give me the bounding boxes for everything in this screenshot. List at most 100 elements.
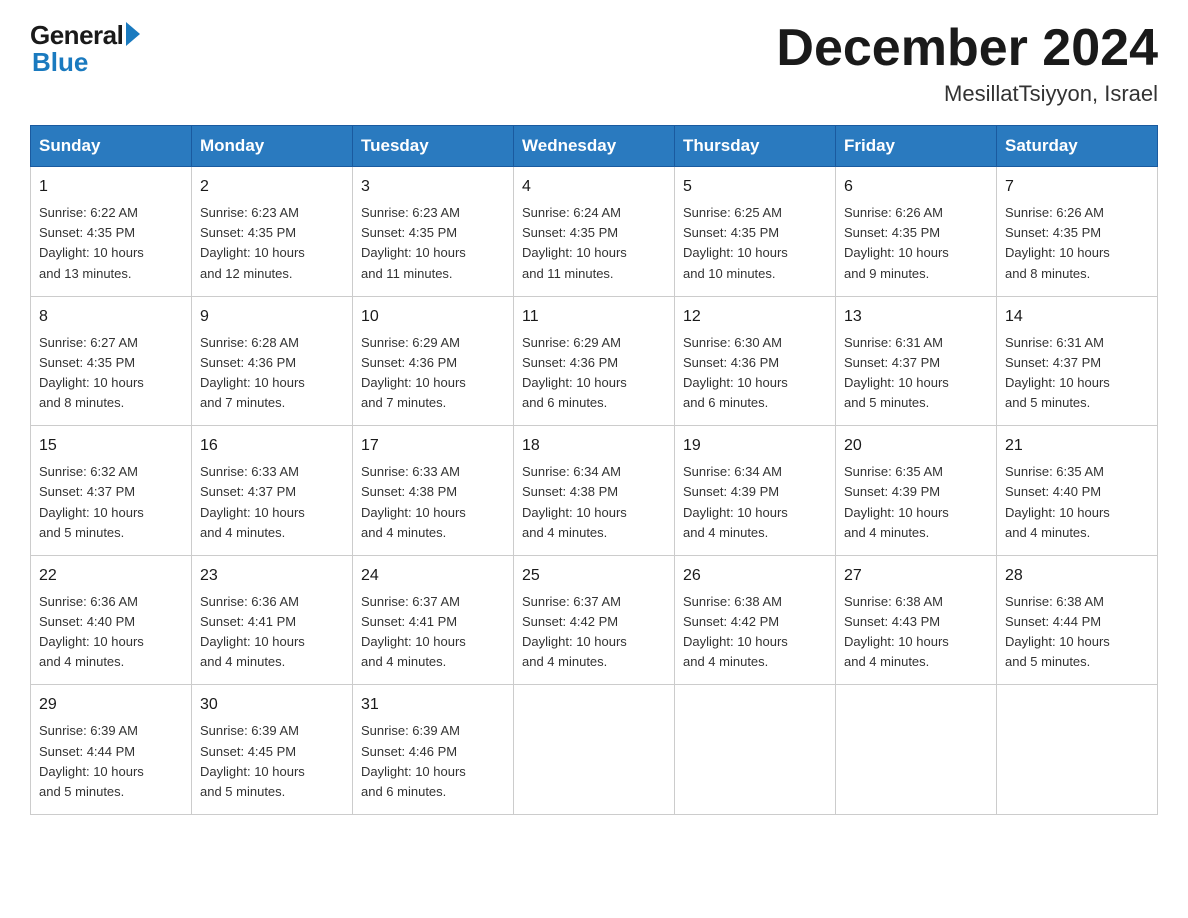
- logo: General Blue: [30, 20, 140, 78]
- week-row-4: 22Sunrise: 6:36 AMSunset: 4:40 PMDayligh…: [31, 555, 1158, 685]
- week-row-1: 1 Sunrise: 6:22 AMSunset: 4:35 PMDaylight…: [31, 167, 1158, 297]
- day-info: Sunrise: 6:38 AMSunset: 4:44 PMDaylight:…: [1005, 592, 1149, 673]
- day-info: Sunrise: 6:32 AMSunset: 4:37 PMDaylight:…: [39, 462, 183, 543]
- day-info: Sunrise: 6:37 AMSunset: 4:41 PMDaylight:…: [361, 592, 505, 673]
- day-cell-31: 31Sunrise: 6:39 AMSunset: 4:46 PMDayligh…: [353, 685, 514, 815]
- day-number: 8: [39, 305, 183, 329]
- day-info: Sunrise: 6:22 AMSunset: 4:35 PMDaylight:…: [39, 203, 183, 284]
- day-cell-29: 29 Sunrise: 6:39 AMSunset: 4:44 PMDayligh…: [31, 685, 192, 815]
- day-info: Sunrise: 6:28 AMSunset: 4:36 PMDaylight:…: [200, 333, 344, 414]
- day-number: 2: [200, 175, 344, 199]
- day-cell-3: 3 Sunrise: 6:23 AMSunset: 4:35 PMDaylight…: [353, 167, 514, 297]
- week-row-2: 8 Sunrise: 6:27 AMSunset: 4:35 PMDaylight…: [31, 296, 1158, 426]
- day-info: Sunrise: 6:38 AMSunset: 4:43 PMDaylight:…: [844, 592, 988, 673]
- day-cell-6: 6Sunrise: 6:26 AMSunset: 4:35 PMDaylight…: [836, 167, 997, 297]
- day-number: 19: [683, 434, 827, 458]
- title-area: December 2024 MesillatTsiyyon, Israel: [776, 20, 1158, 107]
- empty-cell: [514, 685, 675, 815]
- day-cell-13: 13Sunrise: 6:31 AMSunset: 4:37 PMDayligh…: [836, 296, 997, 426]
- day-info: Sunrise: 6:31 AMSunset: 4:37 PMDaylight:…: [1005, 333, 1149, 414]
- day-info: Sunrise: 6:34 AMSunset: 4:38 PMDaylight:…: [522, 462, 666, 543]
- day-cell-21: 21 Sunrise: 6:35 AMSunset: 4:40 PMDayligh…: [997, 426, 1158, 556]
- day-cell-26: 26 Sunrise: 6:38 AMSunset: 4:42 PMDayligh…: [675, 555, 836, 685]
- day-number: 17: [361, 434, 505, 458]
- day-cell-2: 2 Sunrise: 6:23 AMSunset: 4:35 PMDaylight…: [192, 167, 353, 297]
- day-info: Sunrise: 6:29 AMSunset: 4:36 PMDaylight:…: [522, 333, 666, 414]
- day-info: Sunrise: 6:35 AMSunset: 4:39 PMDaylight:…: [844, 462, 988, 543]
- day-cell-30: 30 Sunrise: 6:39 AMSunset: 4:45 PMDayligh…: [192, 685, 353, 815]
- day-cell-15: 15 Sunrise: 6:32 AMSunset: 4:37 PMDayligh…: [31, 426, 192, 556]
- empty-cell: [675, 685, 836, 815]
- day-info: Sunrise: 6:39 AMSunset: 4:44 PMDaylight:…: [39, 721, 183, 802]
- day-number: 31: [361, 693, 505, 717]
- day-number: 10: [361, 305, 505, 329]
- week-row-3: 15 Sunrise: 6:32 AMSunset: 4:37 PMDayligh…: [31, 426, 1158, 556]
- day-number: 24: [361, 564, 505, 588]
- day-info: Sunrise: 6:23 AMSunset: 4:35 PMDaylight:…: [200, 203, 344, 284]
- day-cell-23: 23Sunrise: 6:36 AMSunset: 4:41 PMDayligh…: [192, 555, 353, 685]
- day-cell-1: 1 Sunrise: 6:22 AMSunset: 4:35 PMDaylight…: [31, 167, 192, 297]
- day-info: Sunrise: 6:23 AMSunset: 4:35 PMDaylight:…: [361, 203, 505, 284]
- weekday-header-sunday: Sunday: [31, 126, 192, 167]
- weekday-header-tuesday: Tuesday: [353, 126, 514, 167]
- day-number: 20: [844, 434, 988, 458]
- day-cell-8: 8 Sunrise: 6:27 AMSunset: 4:35 PMDaylight…: [31, 296, 192, 426]
- day-number: 4: [522, 175, 666, 199]
- day-info: Sunrise: 6:33 AMSunset: 4:38 PMDaylight:…: [361, 462, 505, 543]
- day-number: 15: [39, 434, 183, 458]
- weekday-header-row: SundayMondayTuesdayWednesdayThursdayFrid…: [31, 126, 1158, 167]
- week-row-5: 29 Sunrise: 6:39 AMSunset: 4:44 PMDayligh…: [31, 685, 1158, 815]
- weekday-header-friday: Friday: [836, 126, 997, 167]
- day-number: 26: [683, 564, 827, 588]
- day-number: 13: [844, 305, 988, 329]
- day-number: 29: [39, 693, 183, 717]
- day-info: Sunrise: 6:29 AMSunset: 4:36 PMDaylight:…: [361, 333, 505, 414]
- day-number: 3: [361, 175, 505, 199]
- day-info: Sunrise: 6:24 AMSunset: 4:35 PMDaylight:…: [522, 203, 666, 284]
- empty-cell: [997, 685, 1158, 815]
- calendar-subtitle: MesillatTsiyyon, Israel: [776, 81, 1158, 107]
- day-cell-17: 17 Sunrise: 6:33 AMSunset: 4:38 PMDayligh…: [353, 426, 514, 556]
- calendar-table: SundayMondayTuesdayWednesdayThursdayFrid…: [30, 125, 1158, 815]
- day-cell-4: 4 Sunrise: 6:24 AMSunset: 4:35 PMDaylight…: [514, 167, 675, 297]
- day-number: 27: [844, 564, 988, 588]
- day-cell-20: 20 Sunrise: 6:35 AMSunset: 4:39 PMDayligh…: [836, 426, 997, 556]
- day-number: 21: [1005, 434, 1149, 458]
- day-cell-16: 16Sunrise: 6:33 AMSunset: 4:37 PMDayligh…: [192, 426, 353, 556]
- day-info: Sunrise: 6:39 AMSunset: 4:45 PMDaylight:…: [200, 721, 344, 802]
- day-number: 5: [683, 175, 827, 199]
- day-number: 9: [200, 305, 344, 329]
- day-cell-14: 14 Sunrise: 6:31 AMSunset: 4:37 PMDayligh…: [997, 296, 1158, 426]
- header: General Blue December 2024 MesillatTsiyy…: [30, 20, 1158, 107]
- day-number: 12: [683, 305, 827, 329]
- day-info: Sunrise: 6:26 AMSunset: 4:35 PMDaylight:…: [1005, 203, 1149, 284]
- weekday-header-saturday: Saturday: [997, 126, 1158, 167]
- weekday-header-thursday: Thursday: [675, 126, 836, 167]
- weekday-header-wednesday: Wednesday: [514, 126, 675, 167]
- day-number: 30: [200, 693, 344, 717]
- day-number: 1: [39, 175, 183, 199]
- day-cell-28: 28Sunrise: 6:38 AMSunset: 4:44 PMDayligh…: [997, 555, 1158, 685]
- day-number: 6: [844, 175, 988, 199]
- day-info: Sunrise: 6:25 AMSunset: 4:35 PMDaylight:…: [683, 203, 827, 284]
- day-number: 14: [1005, 305, 1149, 329]
- logo-arrow-icon: [126, 22, 140, 46]
- day-info: Sunrise: 6:30 AMSunset: 4:36 PMDaylight:…: [683, 333, 827, 414]
- day-cell-27: 27 Sunrise: 6:38 AMSunset: 4:43 PMDayligh…: [836, 555, 997, 685]
- day-info: Sunrise: 6:36 AMSunset: 4:41 PMDaylight:…: [200, 592, 344, 673]
- day-cell-25: 25Sunrise: 6:37 AMSunset: 4:42 PMDayligh…: [514, 555, 675, 685]
- day-number: 11: [522, 305, 666, 329]
- day-info: Sunrise: 6:33 AMSunset: 4:37 PMDaylight:…: [200, 462, 344, 543]
- day-cell-11: 11 Sunrise: 6:29 AMSunset: 4:36 PMDayligh…: [514, 296, 675, 426]
- day-number: 22: [39, 564, 183, 588]
- day-number: 18: [522, 434, 666, 458]
- day-info: Sunrise: 6:34 AMSunset: 4:39 PMDaylight:…: [683, 462, 827, 543]
- day-info: Sunrise: 6:27 AMSunset: 4:35 PMDaylight:…: [39, 333, 183, 414]
- day-cell-12: 12 Sunrise: 6:30 AMSunset: 4:36 PMDayligh…: [675, 296, 836, 426]
- day-cell-19: 19 Sunrise: 6:34 AMSunset: 4:39 PMDayligh…: [675, 426, 836, 556]
- day-info: Sunrise: 6:35 AMSunset: 4:40 PMDaylight:…: [1005, 462, 1149, 543]
- day-number: 7: [1005, 175, 1149, 199]
- day-cell-10: 10 Sunrise: 6:29 AMSunset: 4:36 PMDayligh…: [353, 296, 514, 426]
- day-info: Sunrise: 6:38 AMSunset: 4:42 PMDaylight:…: [683, 592, 827, 673]
- logo-blue-text: Blue: [32, 47, 88, 78]
